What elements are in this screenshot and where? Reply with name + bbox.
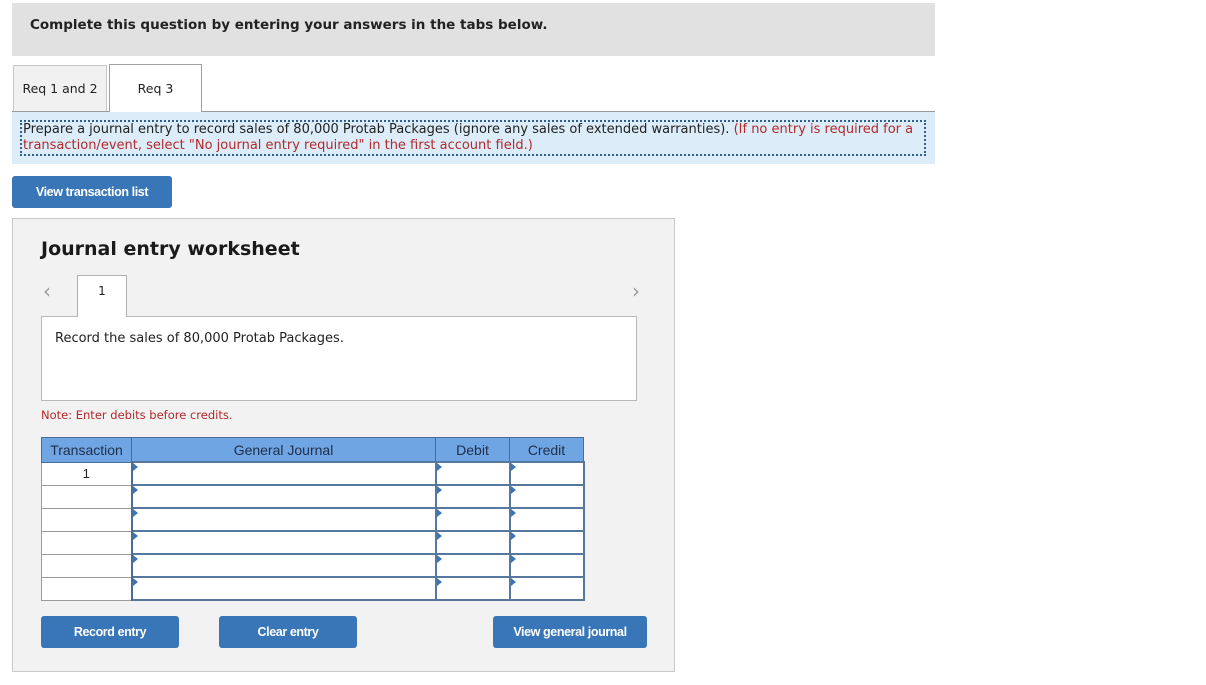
debit-credit-note: Note: Enter debits before credits.	[41, 408, 233, 422]
header-debit: Debit	[435, 437, 510, 463]
account-field[interactable]	[130, 461, 437, 486]
input-marker-icon	[510, 555, 516, 563]
dropdown-marker-icon	[132, 555, 138, 563]
tab-req-1-and-2[interactable]: Req 1 and 2	[13, 65, 107, 111]
debit-field[interactable]	[434, 507, 511, 532]
prompt-text-box: Prepare a journal entry to record sales …	[20, 120, 926, 156]
credit-field[interactable]	[508, 461, 585, 486]
requirement-tabs: Req 1 and 2 Req 3	[12, 64, 935, 112]
instructions-text: Complete this question by entering your …	[30, 17, 548, 33]
debit-field[interactable]	[434, 484, 511, 509]
input-marker-icon	[436, 509, 442, 517]
record-entry-button[interactable]: Record entry	[41, 616, 179, 648]
input-marker-icon	[436, 555, 442, 563]
table-row: 1	[41, 461, 585, 486]
clear-entry-button[interactable]: Clear entry	[219, 616, 357, 648]
transaction-cell	[41, 530, 133, 555]
account-field[interactable]	[130, 553, 437, 578]
dropdown-marker-icon	[132, 509, 138, 517]
entry-tab-1[interactable]: 1	[77, 275, 127, 317]
input-marker-icon	[510, 509, 516, 517]
table-row	[41, 553, 585, 578]
entry-description-box: Record the sales of 80,000 Protab Packag…	[41, 316, 637, 401]
input-marker-icon	[510, 486, 516, 494]
table-row	[41, 530, 585, 555]
view-transaction-list-button[interactable]: View transaction list	[12, 176, 172, 208]
table-row	[41, 484, 585, 509]
account-field[interactable]	[130, 530, 437, 555]
debit-field[interactable]	[434, 530, 511, 555]
input-marker-icon	[436, 532, 442, 540]
transaction-cell: 1	[41, 461, 133, 486]
input-marker-icon	[436, 486, 442, 494]
input-marker-icon	[436, 578, 442, 586]
header-transaction: Transaction	[41, 437, 132, 463]
header-credit: Credit	[509, 437, 584, 463]
credit-field[interactable]	[508, 576, 585, 601]
input-marker-icon	[436, 463, 442, 471]
entry-description: Record the sales of 80,000 Protab Packag…	[55, 331, 344, 346]
journal-table: Transaction General Journal Debit Credit…	[41, 437, 585, 601]
credit-field[interactable]	[508, 530, 585, 555]
tab-req-3[interactable]: Req 3	[109, 64, 202, 112]
account-field[interactable]	[130, 507, 437, 532]
view-general-journal-button[interactable]: View general journal	[493, 616, 647, 648]
credit-field[interactable]	[508, 507, 585, 532]
account-field[interactable]	[130, 576, 437, 601]
dropdown-marker-icon	[132, 486, 138, 494]
input-marker-icon	[510, 578, 516, 586]
dropdown-marker-icon	[132, 578, 138, 586]
prompt-text: Prepare a journal entry to record sales …	[23, 122, 730, 137]
dropdown-marker-icon	[132, 463, 138, 471]
debit-field[interactable]	[434, 461, 511, 486]
worksheet-title: Journal entry worksheet	[41, 238, 300, 260]
transaction-cell	[41, 576, 133, 601]
chevron-right-icon[interactable]: ›	[632, 279, 640, 303]
debit-field[interactable]	[434, 553, 511, 578]
debit-field[interactable]	[434, 576, 511, 601]
input-marker-icon	[510, 463, 516, 471]
instructions-bar: Complete this question by entering your …	[12, 3, 935, 56]
credit-field[interactable]	[508, 484, 585, 509]
credit-field[interactable]	[508, 553, 585, 578]
table-row	[41, 507, 585, 532]
header-general-journal: General Journal	[131, 437, 436, 463]
journal-entry-worksheet: Journal entry worksheet ‹ 1 › Record the…	[12, 218, 675, 672]
question-prompt: Prepare a journal entry to record sales …	[12, 112, 935, 164]
transaction-cell	[41, 507, 133, 532]
table-row	[41, 576, 585, 601]
dropdown-marker-icon	[132, 532, 138, 540]
transaction-cell	[41, 553, 133, 578]
input-marker-icon	[510, 532, 516, 540]
account-field[interactable]	[130, 484, 437, 509]
table-header-row: Transaction General Journal Debit Credit	[41, 437, 584, 463]
chevron-left-icon[interactable]: ‹	[43, 279, 51, 303]
transaction-cell	[41, 484, 133, 509]
